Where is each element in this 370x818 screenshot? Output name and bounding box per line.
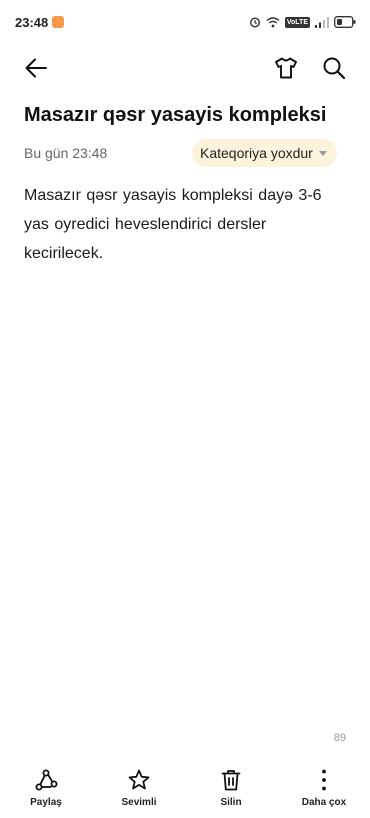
back-button[interactable] [18, 50, 54, 86]
chevron-down-icon [318, 150, 327, 156]
theme-button[interactable] [268, 50, 304, 86]
favorite-button[interactable]: Sevimli [99, 768, 179, 808]
category-label: Kateqoriya yoxdur [200, 145, 313, 161]
category-dropdown[interactable]: Kateqoriya yoxdur [192, 139, 337, 167]
top-toolbar [0, 46, 370, 92]
shirt-icon [275, 57, 297, 79]
notification-app-icon [52, 16, 64, 28]
share-button[interactable]: Paylaş [6, 768, 86, 808]
battery-icon [334, 16, 356, 28]
volte-badge: VoLTE [284, 16, 310, 28]
delete-button[interactable]: Silin [191, 768, 271, 808]
status-bar: 23:48 VoLTE [0, 0, 370, 44]
note-body[interactable]: Masazır qəsr yasayis kompleksi dayə 3-6 … [24, 181, 349, 268]
wifi-icon [266, 17, 280, 28]
trash-icon [221, 770, 241, 791]
character-count: 89 [333, 732, 346, 744]
arrow-left-icon [25, 58, 47, 78]
share-icon [35, 769, 58, 791]
star-icon [128, 769, 150, 790]
note-title[interactable]: Masazır qəsr yasayis kompleksi [24, 104, 354, 127]
more-button[interactable]: Daha çox [284, 768, 364, 808]
more-label: Daha çox [301, 797, 347, 808]
status-time: 23:48 [15, 15, 49, 30]
favorite-label: Sevimli [121, 797, 157, 808]
bottom-action-bar: Paylaş Sevimli Silin Daha çox [0, 762, 370, 818]
status-icons: VoLTE [249, 14, 356, 30]
note-date: Bu gün 23:48 [24, 145, 108, 161]
search-button[interactable] [316, 50, 352, 86]
share-label: Paylaş [30, 797, 62, 808]
alarm-icon [249, 17, 260, 28]
more-vertical-icon [322, 769, 326, 791]
delete-label: Silin [220, 797, 242, 808]
search-icon [323, 57, 346, 80]
signal-icon [315, 16, 329, 28]
